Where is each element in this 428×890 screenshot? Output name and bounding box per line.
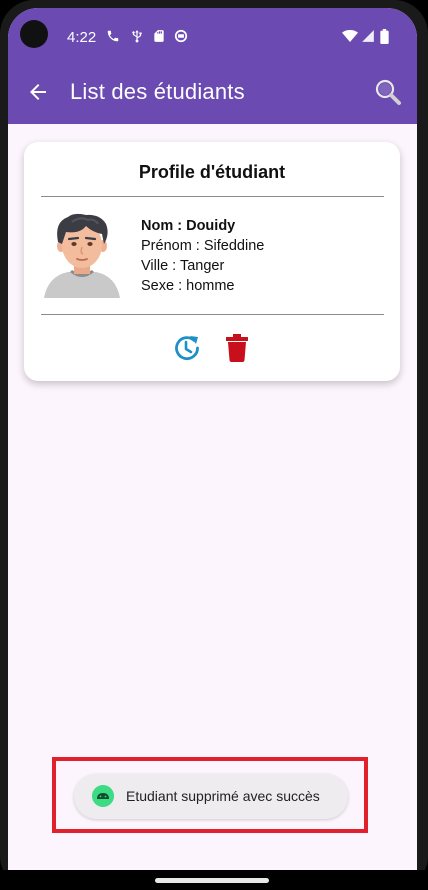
- android-icon: [92, 785, 114, 807]
- usb-icon: [132, 30, 142, 43]
- delete-trash-icon[interactable]: [225, 334, 249, 362]
- status-bar: 4:22: [8, 8, 417, 60]
- status-time: 4:22: [67, 29, 97, 46]
- phone-icon: [107, 30, 119, 42]
- battery-icon: [380, 29, 389, 44]
- search-icon[interactable]: [374, 78, 402, 106]
- signal-icon: [362, 30, 374, 42]
- phone-frame: 4:22 List des étudiants Profile d'étudia…: [0, 0, 428, 890]
- bottom-divider: [41, 314, 384, 315]
- wifi-icon: [342, 30, 358, 42]
- app-title: List des étudiants: [70, 79, 245, 104]
- student-profile-card: Profile d'étudiant Nom: Douidy Prénom:…: [24, 142, 400, 381]
- app-bar: List des étudiants: [8, 60, 417, 124]
- student-sexe: Sexe : homme: [141, 278, 235, 294]
- back-arrow-icon[interactable]: [26, 80, 50, 104]
- app-screen: 4:22 List des étudiants Profile d'étudia…: [8, 8, 417, 870]
- toast-text: Etudiant supprimé avec succès: [126, 788, 320, 804]
- circle-status-icon: [174, 29, 188, 43]
- top-divider: [41, 196, 384, 197]
- card-title: Profile d'étudiant: [138, 162, 286, 182]
- student-avatar: [44, 213, 120, 298]
- student-ville: Ville : Tanger: [141, 258, 225, 274]
- sd-card-icon: [154, 30, 164, 42]
- student-nom: Nom : Douidy: [141, 218, 236, 234]
- toast-message: Etudiant supprimé avec succès: [74, 774, 348, 819]
- update-history-icon[interactable]: [173, 334, 201, 362]
- front-camera: [20, 20, 48, 48]
- home-indicator[interactable]: [155, 878, 269, 883]
- student-prenom: Prénom : Sifeddine: [141, 238, 265, 254]
